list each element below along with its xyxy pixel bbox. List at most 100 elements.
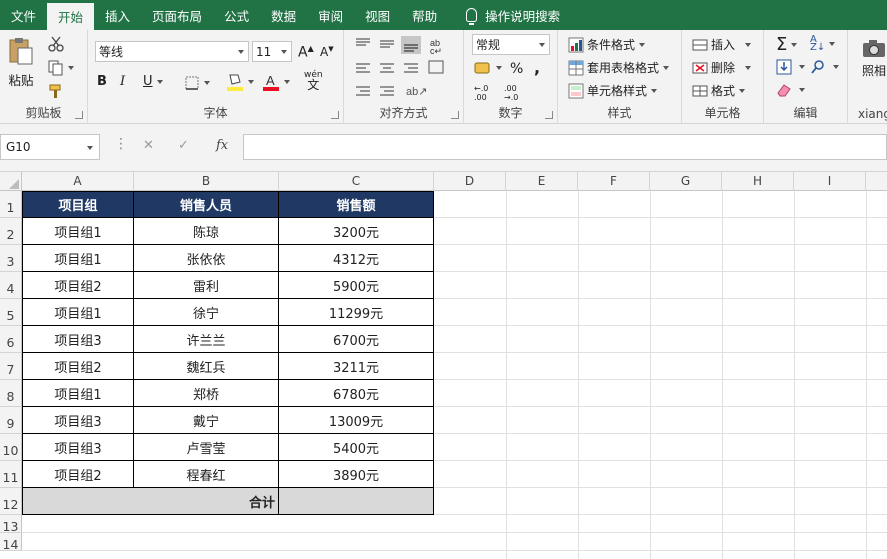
tab-insert[interactable]: 插入 xyxy=(94,0,141,30)
accounting-format-button[interactable] xyxy=(474,60,502,76)
conditional-formatting-button[interactable]: 条件格式 xyxy=(568,36,646,53)
table-cell[interactable]: 3211元 xyxy=(279,353,434,380)
table-cell[interactable]: 6780元 xyxy=(279,380,434,407)
font-color-button[interactable]: A xyxy=(262,72,290,92)
increase-decimal-button[interactable]: ←.0.00 xyxy=(474,84,488,102)
table-cell[interactable]: 3890元 xyxy=(279,461,434,488)
find-select-button[interactable] xyxy=(810,59,839,75)
table-cell[interactable]: 项目组3 xyxy=(22,407,134,434)
row-header-6[interactable]: 6 xyxy=(0,326,22,353)
table-cell[interactable]: 11299元 xyxy=(279,299,434,326)
row-header-14[interactable]: 14 xyxy=(0,533,22,552)
table-cell[interactable]: 13009元 xyxy=(279,407,434,434)
tell-me-search[interactable]: 操作说明搜索 xyxy=(448,0,571,30)
format-painter-button[interactable] xyxy=(48,83,64,99)
tab-formulas[interactable]: 公式 xyxy=(213,0,260,30)
table-cell[interactable]: 许兰兰 xyxy=(134,326,279,353)
column-header-c[interactable]: C xyxy=(279,172,434,191)
table-cell[interactable]: 徐宁 xyxy=(134,299,279,326)
insert-cells-button[interactable]: 插入 xyxy=(692,36,752,53)
column-header-b[interactable]: B xyxy=(134,172,279,191)
table-header-cell[interactable]: 项目组 xyxy=(22,191,134,218)
phonetic-button[interactable]: wén 文 xyxy=(304,70,323,91)
row-header-12[interactable]: 12 xyxy=(0,488,22,515)
format-cells-button[interactable]: 格式 xyxy=(692,82,746,99)
table-cell[interactable]: 5900元 xyxy=(279,272,434,299)
column-header-i[interactable]: I xyxy=(794,172,866,191)
row-header-3[interactable]: 3 xyxy=(0,245,22,272)
clipboard-launcher[interactable] xyxy=(75,111,83,119)
table-cell[interactable]: 郑桥 xyxy=(134,380,279,407)
table-cell[interactable]: 项目组2 xyxy=(22,272,134,299)
percent-button[interactable]: % xyxy=(510,61,523,77)
total-label-cell[interactable]: 合计 xyxy=(22,488,279,515)
row-header-13[interactable]: 13 xyxy=(0,515,22,534)
grow-font-button[interactable]: A▲ xyxy=(298,44,314,61)
table-cell[interactable]: 雷利 xyxy=(134,272,279,299)
table-cell[interactable]: 程春红 xyxy=(134,461,279,488)
table-cell[interactable]: 戴宁 xyxy=(134,407,279,434)
column-header-e[interactable]: E xyxy=(506,172,578,191)
table-cell[interactable]: 3200元 xyxy=(279,218,434,245)
table-header-cell[interactable]: 销售人员 xyxy=(134,191,279,218)
font-size-select[interactable]: 11 xyxy=(252,41,292,62)
font-launcher[interactable] xyxy=(331,111,339,119)
select-all-button[interactable] xyxy=(0,172,22,191)
name-box[interactable]: G10 xyxy=(0,134,100,160)
row-header-2[interactable]: 2 xyxy=(0,218,22,245)
row-header-8[interactable]: 8 xyxy=(0,380,22,407)
column-header-h[interactable]: H xyxy=(722,172,794,191)
table-cell[interactable]: 陈琼 xyxy=(134,218,279,245)
italic-button[interactable]: I xyxy=(120,74,125,89)
table-cell[interactable]: 魏红兵 xyxy=(134,353,279,380)
alignment-icons[interactable]: ab c↵ ab↗ xyxy=(350,34,460,106)
more-options-icon[interactable]: ⋮ xyxy=(114,136,128,152)
table-cell[interactable]: 项目组2 xyxy=(22,353,134,380)
tab-review[interactable]: 审阅 xyxy=(307,0,354,30)
alignment-launcher[interactable] xyxy=(451,111,459,119)
insert-function-icon[interactable]: fx xyxy=(216,138,228,153)
row-header-5[interactable]: 5 xyxy=(0,299,22,326)
table-cell[interactable]: 项目组1 xyxy=(22,299,134,326)
tab-data[interactable]: 数据 xyxy=(260,0,307,30)
row-header-7[interactable]: 7 xyxy=(0,353,22,380)
row-header-4[interactable]: 4 xyxy=(0,272,22,299)
fill-color-button[interactable] xyxy=(226,72,254,92)
formula-input[interactable] xyxy=(243,134,887,160)
font-name-select[interactable]: 等线 xyxy=(95,41,249,62)
number-launcher[interactable] xyxy=(545,111,553,119)
underline-button[interactable]: U xyxy=(143,74,163,89)
table-cell[interactable]: 5400元 xyxy=(279,434,434,461)
sort-filter-button[interactable]: A Z↓ xyxy=(810,35,836,53)
table-cell[interactable]: 项目组3 xyxy=(22,326,134,353)
bold-button[interactable]: B xyxy=(97,74,107,89)
table-cell[interactable]: 项目组1 xyxy=(22,218,134,245)
column-header-d[interactable]: D xyxy=(434,172,506,191)
row-header-1[interactable]: 1 xyxy=(0,191,22,218)
row-header-10[interactable]: 10 xyxy=(0,434,22,461)
table-cell[interactable]: 项目组1 xyxy=(22,245,134,272)
row-header-9[interactable]: 9 xyxy=(0,407,22,434)
number-format-select[interactable]: 常规 xyxy=(472,34,550,55)
comma-button[interactable]: , xyxy=(534,58,540,77)
tab-page-layout[interactable]: 页面布局 xyxy=(141,0,213,30)
cut-button[interactable] xyxy=(48,36,64,52)
fill-button[interactable] xyxy=(776,59,805,75)
table-cell[interactable]: 项目组1 xyxy=(22,380,134,407)
worksheet-grid[interactable]: A B C D E F G H I 1 2 3 4 5 6 7 8 9 10 11 12 13 14 项目… xyxy=(0,172,887,559)
tab-view[interactable]: 视图 xyxy=(354,0,401,30)
confirm-entry-icon[interactable]: ✓ xyxy=(178,138,189,153)
table-cell[interactable]: 项目组2 xyxy=(22,461,134,488)
copy-button[interactable] xyxy=(48,60,74,76)
shrink-font-button[interactable]: A▼ xyxy=(320,45,334,59)
camera-button[interactable]: 照相 xyxy=(862,38,886,79)
column-header-a[interactable]: A xyxy=(22,172,134,191)
table-cell[interactable]: 6700元 xyxy=(279,326,434,353)
cancel-entry-icon[interactable]: ✕ xyxy=(143,138,154,153)
cell-styles-button[interactable]: 单元格样式 xyxy=(568,82,658,99)
total-value-cell[interactable] xyxy=(279,488,434,515)
delete-cells-button[interactable]: 删除 xyxy=(692,59,752,76)
table-cell[interactable]: 卢雪莹 xyxy=(134,434,279,461)
row-header-11[interactable]: 11 xyxy=(0,461,22,488)
table-cell[interactable]: 张依依 xyxy=(134,245,279,272)
